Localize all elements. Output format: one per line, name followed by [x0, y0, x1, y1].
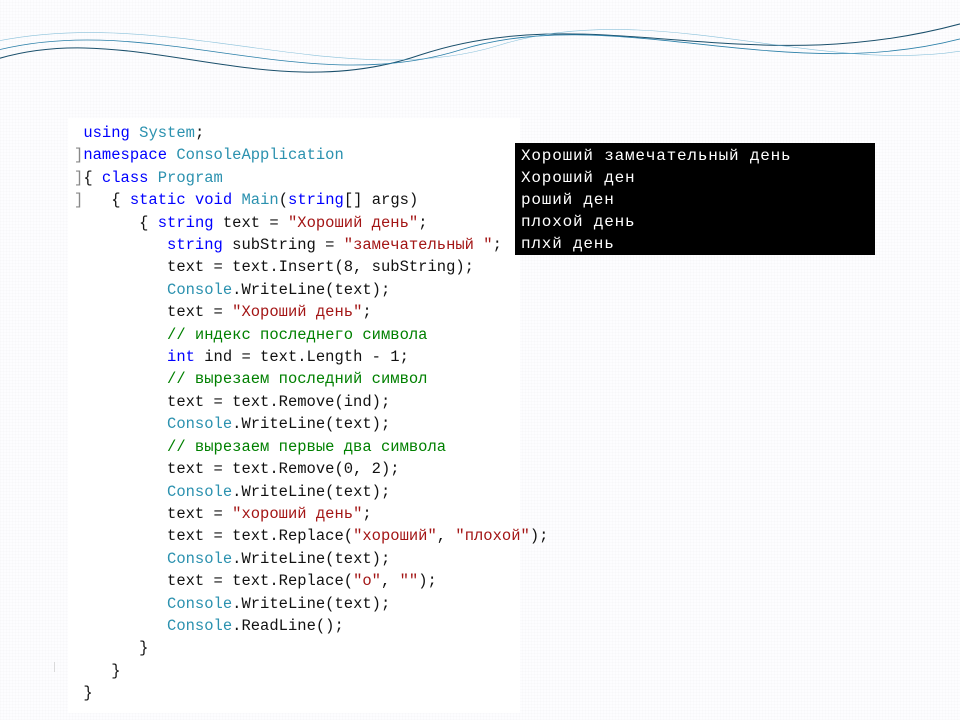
code-line: Console.WriteLine(text);: [74, 548, 514, 570]
console-line: Хороший ден: [521, 167, 875, 189]
code-line: // вырезаем последний символ: [74, 368, 514, 390]
code-line: text = "хороший день";: [74, 503, 514, 525]
console-output: Хороший замечательный деньХороший денрош…: [515, 143, 875, 255]
console-line: роший ден: [521, 189, 875, 211]
console-line: плхй день: [521, 233, 875, 255]
code-line: Console.ReadLine();: [74, 615, 514, 637]
code-line: ]{ class Program: [74, 167, 514, 189]
code-line: }: [74, 682, 514, 704]
code-line: text = text.Replace("о", "");: [74, 570, 514, 592]
code-line: text = text.Remove(0, 2);: [74, 458, 514, 480]
code-line: text = text.Insert(8, subString);: [74, 256, 514, 278]
console-line: Хороший замечательный день: [521, 145, 875, 167]
caret-marker: [54, 662, 58, 672]
decorative-wave: [0, 0, 960, 100]
code-editor: using System;]namespace ConsoleApplicati…: [68, 118, 520, 713]
code-line: int ind = text.Length - 1;: [74, 346, 514, 368]
code-line: // индекс последнего символа: [74, 324, 514, 346]
code-line: Console.WriteLine(text);: [74, 593, 514, 615]
code-line: text = "Хороший день";: [74, 301, 514, 323]
code-line: ] { static void Main(string[] args): [74, 189, 514, 211]
code-line: }: [74, 660, 514, 682]
code-line: { string text = "Хороший день";: [74, 212, 514, 234]
code-line: Console.WriteLine(text);: [74, 481, 514, 503]
code-line: Console.WriteLine(text);: [74, 413, 514, 435]
code-line: text = text.Remove(ind);: [74, 391, 514, 413]
console-line: плохой день: [521, 211, 875, 233]
code-line: using System;: [74, 122, 514, 144]
code-line: // вырезаем первые два символа: [74, 436, 514, 458]
code-line: string subString = "замечательный ";: [74, 234, 514, 256]
code-line: Console.WriteLine(text);: [74, 279, 514, 301]
code-line: }: [74, 637, 514, 659]
code-line: text = text.Replace("хороший", "плохой")…: [74, 525, 514, 547]
code-line: ]namespace ConsoleApplication: [74, 144, 514, 166]
